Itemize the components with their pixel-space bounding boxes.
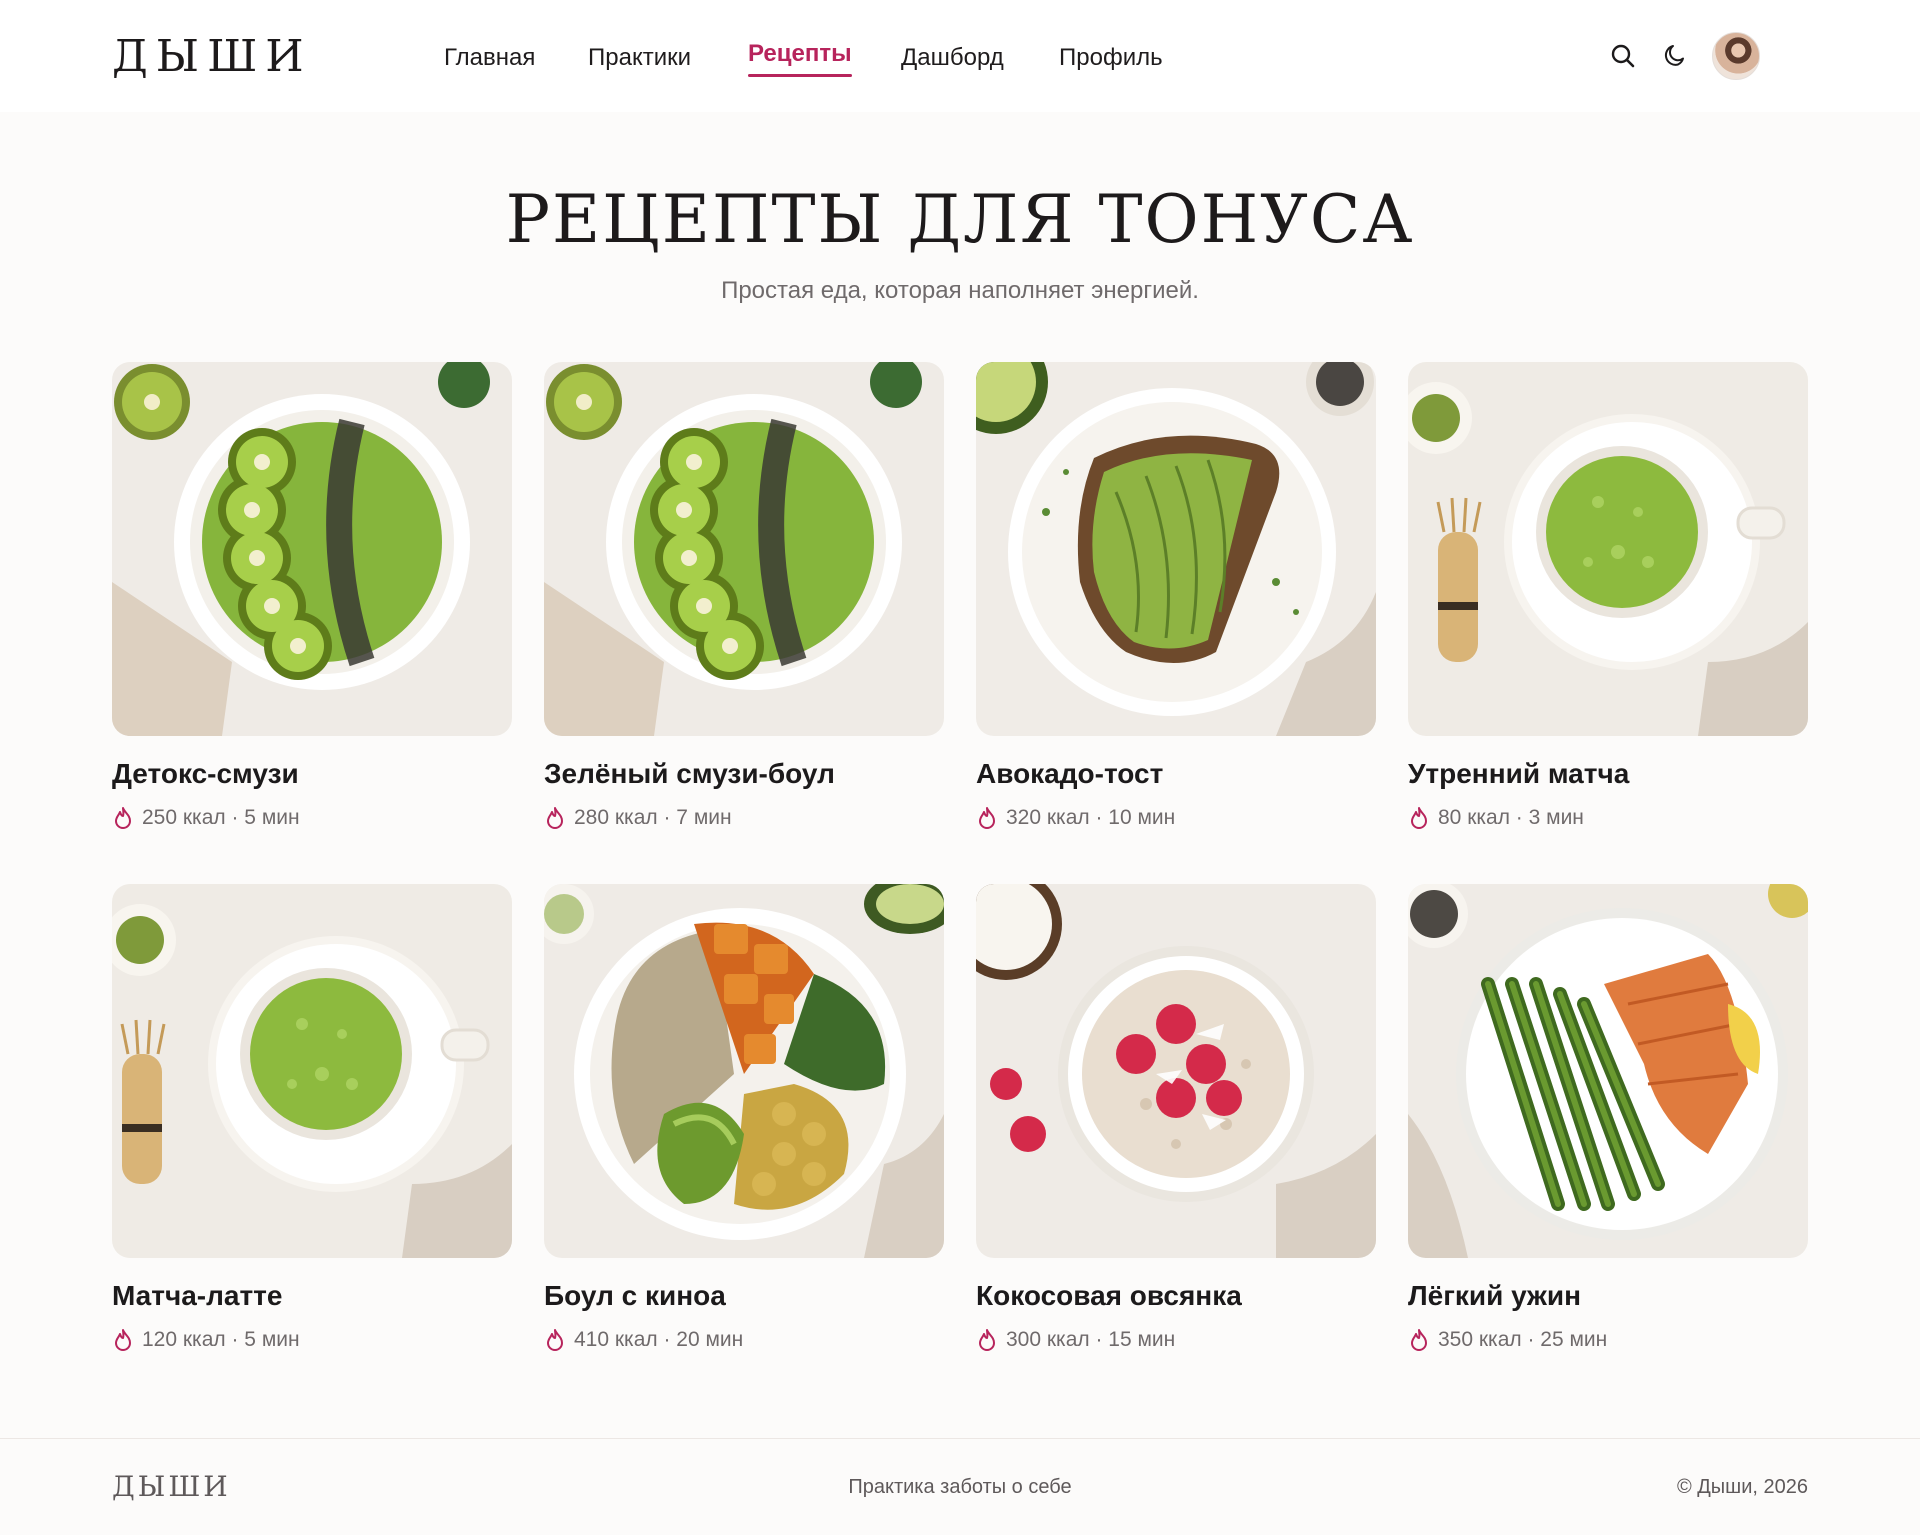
moon-icon[interactable] xyxy=(1658,40,1690,72)
active-nav-underline xyxy=(748,74,852,77)
recipe-image[interactable] xyxy=(976,362,1376,736)
recipe-image[interactable] xyxy=(112,362,512,736)
recipe-card[interactable]: Зелёный смузи-боул 280 ккал · 7 мин xyxy=(544,362,944,832)
logo[interactable]: ДЫШИ xyxy=(112,30,312,84)
recipe-meta: 280 ккал · 7 мин xyxy=(544,804,944,832)
avatar[interactable] xyxy=(1712,32,1760,80)
nav-item-dashboard[interactable]: Дашборд xyxy=(901,40,1004,76)
flame-icon xyxy=(544,806,566,830)
flame-icon xyxy=(976,806,998,830)
recipe-meta-text: 250 ккал · 5 мин xyxy=(142,806,300,829)
recipe-title[interactable]: Авокадо-тост xyxy=(976,756,1376,792)
recipe-title[interactable]: Матча-латте xyxy=(112,1278,512,1314)
recipe-card[interactable]: Авокадо-тост 320 ккал · 10 мин xyxy=(976,362,1376,832)
flame-icon xyxy=(544,1328,566,1352)
nav-item-practices[interactable]: Практики xyxy=(588,40,691,76)
footer-copyright: © Дыши, 2026 xyxy=(1676,1476,1808,1498)
recipe-card[interactable]: Утренний матча 80 ккал · 3 мин xyxy=(1408,362,1808,832)
recipe-meta: 300 ккал · 15 мин xyxy=(976,1326,1376,1354)
recipe-title[interactable]: Детокс-смузи xyxy=(112,756,512,792)
flame-icon xyxy=(112,806,134,830)
flame-icon xyxy=(1408,1328,1430,1352)
nav-item-home[interactable]: Главная xyxy=(444,40,535,76)
recipe-meta: 250 ккал · 5 мин xyxy=(112,804,512,832)
site-footer: ДЫШИ Практика заботы о себе © Дыши, 2026 xyxy=(0,1438,1920,1535)
nav-item-recipes-label: Рецепты xyxy=(748,40,852,67)
search-icon[interactable] xyxy=(1607,40,1639,72)
recipe-meta-text: 80 ккал · 3 мин xyxy=(1438,806,1584,829)
recipe-meta-text: 410 ккал · 20 мин xyxy=(574,1328,744,1351)
footer-tagline: Практика заботы о себе xyxy=(848,1476,1072,1498)
recipe-meta-text: 320 ккал · 10 мин xyxy=(1006,806,1176,829)
recipe-meta-text: 280 ккал · 7 мин xyxy=(574,806,732,829)
recipe-meta: 410 ккал · 20 мин xyxy=(544,1326,944,1354)
recipe-title[interactable]: Утренний матча xyxy=(1408,756,1808,792)
recipe-card[interactable]: Лёгкий ужин 350 ккал · 25 мин xyxy=(1408,884,1808,1354)
flame-icon xyxy=(1408,806,1430,830)
flame-icon xyxy=(976,1328,998,1352)
site-header: ДЫШИ Главная Практики Рецепты Дашборд Пр… xyxy=(0,0,1920,112)
recipe-title[interactable]: Лёгкий ужин xyxy=(1408,1278,1808,1314)
recipe-title[interactable]: Кокосовая овсянка xyxy=(976,1278,1376,1314)
page-subtitle: Простая еда, которая наполняет энергией. xyxy=(721,277,1199,304)
recipe-image[interactable] xyxy=(112,884,512,1258)
recipe-meta-text: 350 ккал · 25 мин xyxy=(1438,1328,1608,1351)
recipe-image[interactable] xyxy=(1408,362,1808,736)
recipe-image[interactable] xyxy=(544,884,944,1258)
recipe-title[interactable]: Зелёный смузи-боул xyxy=(544,756,944,792)
recipe-card[interactable]: Матча-латте 120 ккал · 5 мин xyxy=(112,884,512,1354)
recipe-meta-text: 300 ккал · 15 мин xyxy=(1006,1328,1176,1351)
recipe-card[interactable]: Кокосовая овсянка 300 ккал · 15 мин xyxy=(976,884,1376,1354)
recipe-image[interactable] xyxy=(544,362,944,736)
recipe-meta: 350 ккал · 25 мин xyxy=(1408,1326,1808,1354)
recipe-card[interactable]: Детокс-смузи 250 ккал · 5 мин xyxy=(112,362,512,832)
nav-item-recipes[interactable]: Рецепты xyxy=(748,36,852,77)
recipe-meta: 80 ккал · 3 мин xyxy=(1408,804,1808,832)
recipe-meta: 120 ккал · 5 мин xyxy=(112,1326,512,1354)
nav-item-profile[interactable]: Профиль xyxy=(1059,40,1163,76)
recipe-title[interactable]: Боул с киноа xyxy=(544,1278,944,1314)
recipe-meta-text: 120 ккал · 5 мин xyxy=(142,1328,300,1351)
recipe-card[interactable]: Боул с киноа 410 ккал · 20 мин xyxy=(544,884,944,1354)
recipe-image[interactable] xyxy=(1408,884,1808,1258)
flame-icon xyxy=(112,1328,134,1352)
recipe-meta: 320 ккал · 10 мин xyxy=(976,804,1376,832)
recipe-image[interactable] xyxy=(976,884,1376,1258)
page-title: РЕЦЕПТЫ ДЛЯ ТОНУСА xyxy=(505,181,1415,258)
